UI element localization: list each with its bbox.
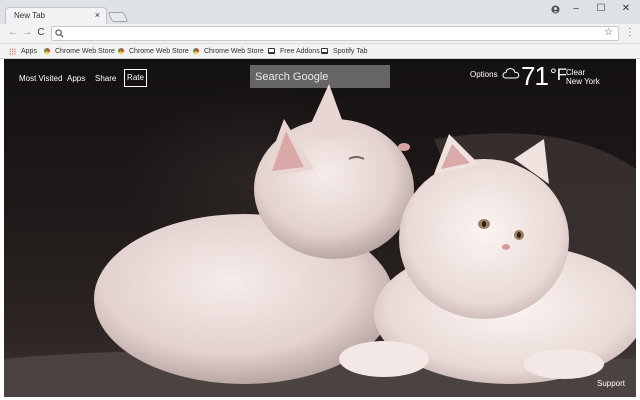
- rate-button[interactable]: Rate: [124, 69, 147, 87]
- kittens-background-image: [4, 84, 636, 397]
- address-bar[interactable]: ☆: [51, 26, 619, 41]
- temperature-value: 71: [521, 61, 549, 91]
- browser-toolbar: ← → C ☆ ⋮: [0, 24, 640, 44]
- minimize-button[interactable]: –: [567, 3, 585, 17]
- profile-icon[interactable]: [551, 5, 560, 14]
- search-icon: [55, 29, 64, 38]
- bookmark-chrome-web-store-3[interactable]: Chrome Web Store: [193, 46, 264, 57]
- addons-icon: [321, 48, 328, 55]
- bookmark-apps[interactable]: Apps: [9, 46, 37, 57]
- addons-icon: [268, 48, 275, 55]
- apps-grid-icon: [9, 47, 16, 55]
- weather-location: New York: [566, 77, 600, 86]
- chrome-web-store-icon: [193, 48, 199, 55]
- weather-condition: Clear: [566, 68, 586, 77]
- most-visited-link[interactable]: Most Visited: [19, 74, 62, 83]
- browser-menu-icon[interactable]: ⋮: [625, 27, 635, 38]
- cloud-icon: [502, 68, 520, 79]
- new-tab-button[interactable]: [107, 12, 129, 22]
- options-link[interactable]: Options: [470, 70, 498, 79]
- bookmark-free-addons[interactable]: Free Addons: [268, 46, 320, 57]
- tab-new-tab[interactable]: New Tab ×: [5, 7, 107, 24]
- maximize-button[interactable]: ☐: [592, 3, 610, 17]
- close-window-button[interactable]: ✕: [617, 3, 635, 17]
- weather-details[interactable]: Clear New York: [566, 68, 600, 86]
- browser-titlebar: New Tab × – ☐ ✕: [0, 0, 640, 24]
- chrome-web-store-icon: [44, 48, 50, 55]
- share-link[interactable]: Share: [95, 74, 116, 83]
- bookmark-chrome-web-store-2[interactable]: Chrome Web Store: [118, 46, 189, 57]
- back-button[interactable]: ←: [7, 27, 19, 38]
- bookmarks-bar: Apps Chrome Web Store Chrome Web Store C…: [0, 44, 640, 59]
- chrome-web-store-icon: [118, 48, 124, 55]
- bookmark-spotify-tab[interactable]: Spotify Tab: [321, 46, 368, 57]
- bookmark-star-icon[interactable]: ☆: [604, 27, 613, 38]
- bookmark-label: Chrome Web Store: [204, 48, 264, 55]
- bookmark-label: Free Addons: [280, 48, 320, 55]
- bookmark-label: Apps: [21, 48, 37, 55]
- bookmark-label: Chrome Web Store: [129, 48, 189, 55]
- bookmark-label: Chrome Web Store: [55, 48, 115, 55]
- reload-button[interactable]: C: [35, 27, 47, 38]
- support-link[interactable]: Support: [597, 379, 625, 388]
- tab-close-icon[interactable]: ×: [95, 10, 100, 20]
- temperature-unit: °F: [550, 65, 568, 84]
- bookmark-label: Spotify Tab: [333, 48, 368, 55]
- apps-link[interactable]: Apps: [67, 74, 85, 83]
- new-tab-page: Most Visited Apps Share Rate Options 71 …: [4, 59, 636, 397]
- search-google-input[interactable]: [250, 65, 390, 88]
- tab-title: New Tab: [14, 11, 45, 20]
- bookmark-chrome-web-store-1[interactable]: Chrome Web Store: [44, 46, 115, 57]
- forward-button[interactable]: →: [21, 27, 33, 38]
